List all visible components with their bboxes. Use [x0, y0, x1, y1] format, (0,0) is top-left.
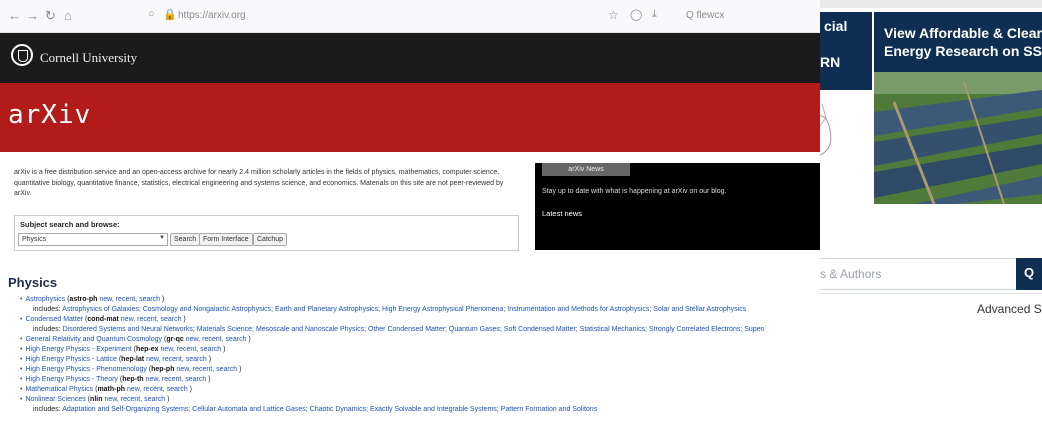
background-banner-text-2: RN [820, 54, 841, 70]
subject-search-title: Subject search and browse: [20, 220, 120, 229]
advanced-search-link[interactable]: Advanced Sea [977, 302, 1042, 316]
news-text: Stay up to date with what is happening a… [542, 188, 727, 195]
ad-title-line-2: Energy Research on SSR [884, 43, 1042, 59]
ssrn-search-button[interactable]: Q [1016, 258, 1042, 290]
cornell-seal-icon[interactable] [11, 44, 33, 66]
list-item: • Nonlinear Sciences (nlin new, recent, s… [20, 396, 170, 403]
search-icon: Q [1024, 265, 1035, 280]
archive-link[interactable]: General Relativity and Quantum Cosmology [25, 336, 162, 343]
subject-select[interactable]: Physics [18, 233, 168, 246]
archive-link[interactable]: Nonlinear Sciences [25, 396, 85, 403]
archive-sub-links[interactable]: new, recent, search [104, 396, 165, 403]
archive-sub-links[interactable]: new, recent, search [121, 316, 182, 323]
category-links[interactable]: Astrophysics of Galaxies; Cosmology and … [62, 306, 746, 313]
find-input[interactable]: Q flewcx [686, 10, 724, 21]
archive-sub-links[interactable]: new, recent, search [186, 336, 247, 343]
arxiv-header-band [0, 83, 820, 152]
archive-link[interactable]: High Energy Physics - Phenomenology [25, 366, 146, 373]
archive-code: astro-ph [69, 296, 98, 303]
category-links[interactable]: Adaptation and Self-Organizing Systems; … [62, 406, 597, 413]
arxiv-news-panel [535, 163, 820, 250]
search-button[interactable]: Search [170, 233, 201, 246]
archive-sub-links[interactable]: new, recent, search [146, 356, 207, 363]
form-interface-button[interactable]: Form Interface [199, 233, 253, 246]
chevron-down-icon: ▼ [159, 235, 165, 241]
archive-code: cond-mat [87, 316, 119, 323]
includes-line: includes: Disordered Systems and Neural … [33, 326, 765, 333]
forward-icon[interactable]: → [26, 8, 39, 23]
browser-window: ← → ↻ ⌂ ○ 🔒 https://arxiv.org ☆ ◯ ⤓ Q fl… [0, 0, 820, 444]
arxiv-logo[interactable]: arXiv [8, 100, 91, 130]
pocket-icon[interactable]: ◯ [630, 8, 642, 21]
category-links[interactable]: Disordered Systems and Neural Networks; … [63, 326, 765, 333]
divider [800, 293, 1042, 294]
list-item: • High Energy Physics - Theory (hep-th ne… [20, 376, 211, 383]
catchup-button[interactable]: Catchup [253, 233, 288, 246]
list-item: • General Relativity and Quantum Cosmolog… [20, 336, 251, 343]
archive-link[interactable]: Mathematical Physics [25, 386, 93, 393]
archive-code: hep-ph [151, 366, 175, 373]
tracking-shield-icon[interactable]: ○ [148, 8, 155, 20]
archive-link[interactable]: Astrophysics [25, 296, 65, 303]
intro-text: arXiv is a free distribution service and… [14, 169, 504, 197]
reload-icon[interactable]: ↻ [45, 8, 56, 24]
archive-link[interactable]: High Energy Physics - Theory [25, 376, 117, 383]
browser-toolbar: ← → ↻ ⌂ ○ 🔒 https://arxiv.org ☆ ◯ ⤓ Q fl… [0, 0, 820, 33]
includes-line: includes: Adaptation and Self-Organizing… [33, 406, 598, 413]
archive-sub-links[interactable]: new, recent, search [99, 296, 160, 303]
archive-sub-links[interactable]: new, recent, search [176, 366, 237, 373]
solar-farm-image [874, 72, 1042, 204]
list-item: • Mathematical Physics (math-ph new, rece… [20, 386, 192, 393]
download-icon[interactable]: ⤓ [652, 8, 657, 21]
physics-section-title: Physics [8, 275, 58, 290]
includes-line: includes: Astrophysics of Galaxies; Cosm… [33, 306, 747, 313]
latest-news-link[interactable]: Latest news [542, 209, 582, 218]
background-banner-text-1: cial [824, 18, 848, 34]
archive-link[interactable]: High Energy Physics - Experiment [25, 346, 131, 353]
news-tab: arXiv News [542, 163, 630, 176]
archive-code: nlin [90, 396, 103, 403]
bookmark-star-icon[interactable]: ☆ [608, 8, 619, 22]
archive-link[interactable]: Condensed Matter [25, 316, 83, 323]
url-text[interactable]: https://arxiv.org [178, 10, 246, 21]
archive-sub-links[interactable]: new, recent, search [146, 376, 207, 383]
archive-code: hep-lat [121, 356, 145, 363]
archive-code: math-ph [97, 386, 126, 393]
ssrn-search-placeholder: s & Authors [820, 267, 882, 281]
archive-code: gr-qc [166, 336, 184, 343]
archive-link[interactable]: High Energy Physics - Lattice [25, 356, 116, 363]
lock-icon[interactable]: 🔒 [163, 8, 177, 21]
archive-sub-links[interactable]: new, recent, search [127, 386, 188, 393]
list-item: • Condensed Matter (cond-mat new, recent,… [20, 316, 186, 323]
list-item: • Astrophysics (astro-ph new, recent, sea… [20, 296, 165, 303]
back-icon[interactable]: ← [8, 8, 21, 23]
home-icon[interactable]: ⌂ [64, 8, 72, 23]
archive-code: hep-ex [135, 346, 159, 353]
list-item: • High Energy Physics - Experiment (hep-e… [20, 346, 226, 353]
archive-code: hep-th [122, 376, 144, 383]
list-item: • High Energy Physics - Phenomenology (he… [20, 366, 242, 373]
cornell-university-link[interactable]: Cornell University [40, 50, 137, 66]
ad-title-line-1: View Affordable & Clear [884, 25, 1042, 41]
ssrn-energy-ad[interactable]: View Affordable & Clear Energy Research … [874, 12, 1042, 204]
archive-sub-links[interactable]: new, recent, search [160, 346, 221, 353]
list-item: • High Energy Physics - Lattice (hep-lat … [20, 356, 212, 363]
